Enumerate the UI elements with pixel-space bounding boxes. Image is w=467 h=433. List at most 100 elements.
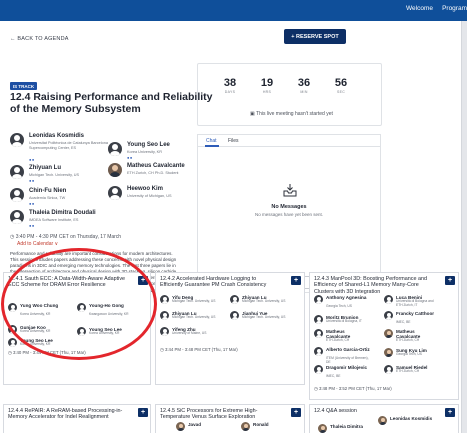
speaker-name: Thaleia Dimitra Doudali	[29, 210, 96, 216]
author-photo-avatar	[384, 329, 393, 338]
program-link[interactable]: Program	[442, 5, 467, 12]
top-navigation-bar: Welcome Program	[0, 0, 467, 21]
author-photo-avatar	[318, 424, 327, 433]
avatar-placeholder-icon	[384, 311, 393, 320]
social-icons[interactable]: ●●	[29, 178, 35, 183]
presentation-time-text: 3:44 PM - 3:48 PM CET (Thu, 17 Mar)	[164, 347, 238, 352]
page: ← BACK TO AGENDA + RESERVE SPOT IS TRACK…	[0, 21, 467, 433]
presentation-card[interactable]: 12.4.1 Sauth ECC: A Data-Width-Aware Ada…	[3, 272, 151, 385]
author-name: Young-Ho Gong	[89, 303, 124, 308]
avatar-placeholder-icon	[160, 295, 169, 304]
author-affiliation: ITEM (University of Bremen), DE	[326, 356, 369, 364]
add-button[interactable]: +	[138, 276, 148, 285]
presentation-card[interactable]: 12.4.2 Accelerated Hardware Logging to E…	[155, 272, 305, 385]
tab-files[interactable]: Files	[228, 138, 239, 144]
speaker-name: Zhiyuan Lu	[29, 165, 61, 171]
countdown-number: 56	[334, 77, 348, 89]
countdown-label: DAYS	[224, 90, 236, 94]
speaker-card[interactable]: Chin-Fu Nien Academia Sinica, TW ●●	[10, 188, 120, 208]
author-affiliation: Korea University, KR	[89, 331, 120, 335]
avatar-placeholder-icon	[314, 315, 323, 324]
author-affiliation: ETH Zurich, CH	[396, 338, 420, 342]
countdown-label: SEC	[336, 90, 346, 94]
avatar-placeholder-icon	[160, 327, 169, 336]
chat-tabs: Chat Files	[198, 135, 380, 147]
presentation-title[interactable]: 12.4.1 Sauth ECC: A Data-Width-Aware Ada…	[8, 276, 128, 289]
presentation-card[interactable]: 12.4 Q&A session + Leonidas Kosmidis Tha…	[309, 404, 459, 433]
reserve-spot-button[interactable]: + RESERVE SPOT	[284, 29, 346, 44]
speaker-card[interactable]: Thaleia Dimitra Doudali IMDEA Software I…	[10, 210, 120, 230]
presentation-title[interactable]: 12.4.2 Accelerated Hardware Logging to E…	[160, 276, 280, 289]
presentation-title[interactable]: 12.4 Q&A session	[314, 408, 434, 414]
clock-icon: ◷	[314, 386, 318, 391]
avatar-placeholder-icon	[108, 186, 122, 200]
social-icons[interactable]: ●●	[29, 201, 35, 206]
avatar-placeholder-icon	[8, 325, 17, 334]
avatar-placeholder-icon	[314, 365, 323, 374]
add-button[interactable]: +	[445, 408, 455, 417]
page-scrollbar[interactable]	[462, 21, 467, 433]
presentation-card[interactable]: 12.4.5 SiC Processors for Extreme High-T…	[155, 404, 305, 433]
active-tab-indicator	[205, 145, 219, 147]
speaker-card[interactable]: Leonidas Kosmidis Universitat Politècnic…	[10, 133, 120, 162]
speaker-name: Chin-Fu Nien	[29, 188, 67, 194]
inbox-icon	[283, 184, 297, 197]
back-to-agenda-link[interactable]: ← BACK TO AGENDA	[10, 36, 69, 42]
clock-icon: ◷	[160, 347, 164, 352]
author-affiliation: Università di Bologna and ETH Zurich, IT	[396, 299, 434, 307]
author-affiliation: IMEC, BE	[396, 320, 411, 324]
author-name: Alberto Garcia-Ortiz	[326, 347, 370, 352]
author-name: Francky Catthoor	[396, 311, 435, 316]
add-button[interactable]: +	[291, 276, 301, 285]
avatar-placeholder-icon	[160, 311, 169, 320]
presentation-time-text: 3:48 PM - 3:52 PM CET (Thu, 17 Mar)	[318, 386, 392, 391]
countdown-label: MIN	[300, 90, 308, 94]
author-affiliation: Korea University, KR	[20, 312, 51, 316]
avatar-placeholder-icon	[314, 295, 323, 304]
add-button[interactable]: +	[138, 408, 148, 417]
avatar-placeholder-icon	[384, 365, 393, 374]
speaker-affiliation: IMDEA Software Institute, ES	[29, 218, 79, 222]
social-icons[interactable]: ●●	[127, 155, 133, 160]
speaker-affiliation: Korea University, KR	[127, 150, 162, 154]
presentation-title[interactable]: 12.4.3 ManPool 3D: Boosting Performance …	[314, 276, 434, 295]
countdown-number: 19	[260, 77, 274, 89]
author-name: Yung Woo Chung	[20, 303, 59, 308]
chat-panel: Chat Files No Messages No messages have …	[197, 134, 381, 293]
avatar-placeholder-icon	[10, 165, 24, 179]
tab-chat[interactable]: Chat	[206, 138, 217, 144]
clock-icon: ◷	[8, 350, 12, 355]
session-title: 12.4 Raising Performance and Reliability…	[10, 91, 213, 115]
avatar-placeholder-icon	[108, 142, 122, 156]
speaker-affiliation: Academia Sinica, TW	[29, 196, 66, 200]
presentation-card[interactable]: 12.4.4 RePAIR: A ReRAM-based Processing-…	[3, 404, 151, 433]
avatar-placeholder-icon	[230, 295, 239, 304]
presentation-title[interactable]: 12.4.5 SiC Processors for Extreme High-T…	[160, 408, 280, 421]
speaker-affiliation: University of Michigan, US	[127, 194, 172, 198]
session-time: ◷ 3:40 PM - 4:30 PM CET on Thursday, 17 …	[10, 234, 121, 240]
countdown-days: 38 DAYS	[220, 77, 240, 94]
presentation-card[interactable]: 12.4.3 ManPool 3D: Boosting Performance …	[309, 272, 459, 400]
author-name: Javad	[188, 422, 202, 427]
author-affiliation: Kwangwoon University, KR	[89, 312, 129, 316]
author-name: Thaleia Dimitra	[330, 424, 363, 429]
avatar-placeholder-icon	[8, 338, 17, 347]
add-button[interactable]: +	[291, 408, 301, 417]
speaker-name: Matheus Cavalcante	[127, 163, 185, 169]
social-icons[interactable]: ●●	[29, 223, 35, 228]
welcome-link[interactable]: Welcome	[406, 5, 433, 12]
presentation-time: ◷ 3:40 PM - 3:44 PM CET (Thu, 17 Mar)	[8, 350, 86, 356]
avatar-placeholder-icon	[77, 303, 86, 312]
author-affiliation: Michigan Tech. University, US	[172, 299, 216, 303]
add-button[interactable]: +	[445, 276, 455, 285]
add-to-calendar-link[interactable]: Add to Calendar ∨	[17, 241, 58, 247]
avatar-placeholder-icon	[10, 210, 24, 224]
speaker-card[interactable]: Zhiyuan Lu Michigan Tech. University, US…	[10, 165, 120, 185]
presentation-title[interactable]: 12.4.4 RePAIR: A ReRAM-based Processing-…	[8, 408, 128, 421]
author-affiliation: Università di Bologna, IT	[326, 319, 362, 323]
author-affiliation: Georgia Tech, US	[396, 352, 422, 356]
speaker-affiliation: ETH Zurich, CH Ph.D. Student	[127, 171, 179, 175]
social-icons[interactable]: ●●	[29, 157, 35, 162]
countdown-minutes: 36 MIN	[294, 77, 314, 94]
no-messages-subtitle: No messages have yet been sent.	[254, 212, 324, 217]
